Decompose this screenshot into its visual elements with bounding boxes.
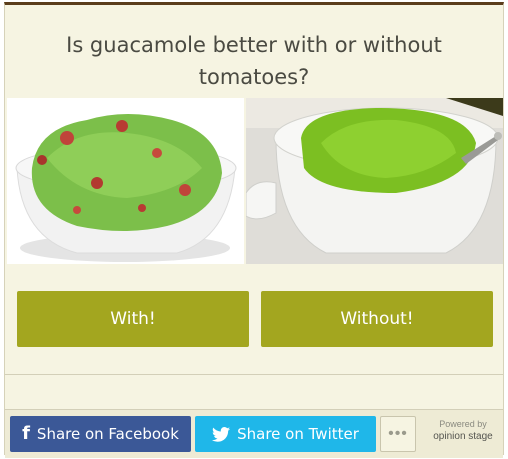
answer-images bbox=[7, 98, 503, 264]
brand-name: opinion stage bbox=[433, 431, 493, 442]
poll-question: Is guacamole better with or without toma… bbox=[66, 33, 442, 89]
poll-widget: Is guacamole better with or without toma… bbox=[4, 2, 504, 458]
answer-without-button[interactable]: Without! bbox=[261, 291, 493, 347]
answer-without-label: Without! bbox=[340, 309, 414, 329]
share-facebook-label: Share on Facebook bbox=[36, 425, 179, 443]
share-facebook-button[interactable]: f Share on Facebook bbox=[10, 416, 191, 452]
share-twitter-button[interactable]: Share on Twitter bbox=[195, 416, 376, 452]
powered-by-label: Powered by bbox=[439, 419, 487, 429]
share-bar: f Share on Facebook Share on Twitter •••… bbox=[5, 410, 503, 458]
share-twitter-label: Share on Twitter bbox=[237, 425, 359, 443]
answer-with-button[interactable]: With! bbox=[17, 291, 249, 347]
guacamole-with-tomatoes-image[interactable] bbox=[7, 98, 244, 264]
more-icon: ••• bbox=[388, 425, 408, 442]
twitter-icon bbox=[212, 426, 231, 442]
divider bbox=[5, 374, 503, 375]
powered-by-logo[interactable]: Powered by opinion stage bbox=[425, 419, 501, 444]
answer-with-label: With! bbox=[110, 309, 156, 329]
facebook-icon: f bbox=[22, 423, 30, 444]
guacamole-without-tomatoes-image[interactable] bbox=[246, 98, 503, 264]
more-button[interactable]: ••• bbox=[380, 416, 416, 452]
